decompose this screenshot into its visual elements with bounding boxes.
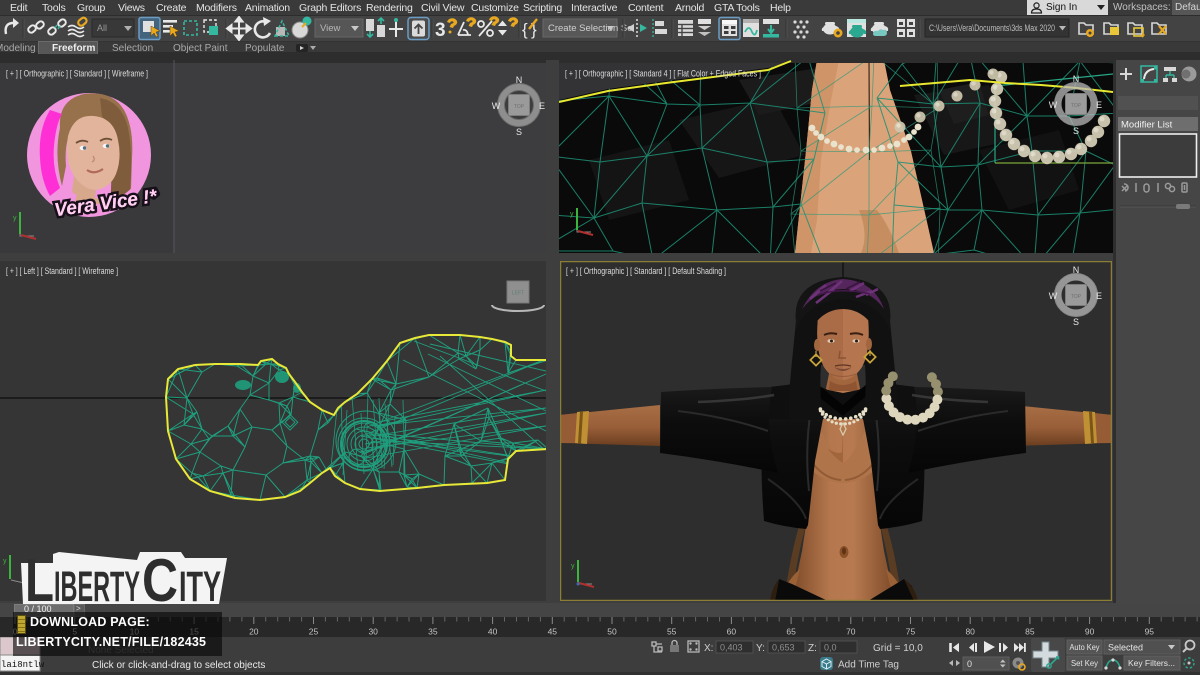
svg-text:Z:: Z:: [808, 643, 817, 654]
svg-text:y: y: [13, 215, 17, 222]
svg-text:3: 3: [435, 20, 446, 41]
svg-text:85: 85: [1025, 627, 1035, 637]
svg-text:N: N: [1073, 265, 1080, 275]
svg-text:90: 90: [1085, 627, 1095, 637]
svg-text:TOP: TOP: [514, 104, 525, 110]
svg-text:lai8ntlw: lai8ntlw: [1, 660, 45, 670]
svg-text:95: 95: [1145, 627, 1155, 637]
svg-text:E: E: [1096, 291, 1102, 301]
svg-text:60: 60: [727, 627, 737, 637]
svg-text:y: y: [571, 563, 575, 570]
svg-text:Create Selection Se: Create Selection Se: [548, 23, 633, 34]
svg-text:N: N: [516, 75, 523, 85]
svg-text:W: W: [492, 101, 501, 111]
svg-text:[ + ] [ Left ] [ Standard ] [: [ + ] [ Left ] [ Standard ] [ Wireframe …: [6, 266, 118, 276]
svg-text:TOP: TOP: [1071, 103, 1082, 109]
svg-text:Grid = 10,0: Grid = 10,0: [873, 643, 923, 654]
svg-text:0: 0: [967, 659, 972, 669]
svg-text:0,653: 0,653: [772, 643, 795, 653]
svg-text:TOP: TOP: [1071, 294, 1082, 300]
svg-text:Set Key: Set Key: [1071, 658, 1099, 668]
svg-text:S: S: [1073, 126, 1079, 136]
svg-text:E: E: [1096, 100, 1102, 110]
svg-text:y: y: [570, 211, 574, 218]
svg-text:Key Filters...: Key Filters...: [1128, 658, 1175, 668]
svg-text:S: S: [1073, 317, 1079, 327]
svg-text:45: 45: [548, 627, 558, 637]
svg-text:30: 30: [368, 627, 378, 637]
svg-text:E: E: [539, 101, 545, 111]
svg-text:80: 80: [965, 627, 975, 637]
svg-text:+: +: [1140, 30, 1145, 40]
svg-text:[ + ] [ Orthographic ] [ Stand: [ + ] [ Orthographic ] [ Standard 4 ] [ …: [565, 69, 761, 79]
svg-text:S: S: [516, 127, 522, 137]
svg-text:Modifier List: Modifier List: [1121, 120, 1173, 131]
svg-text:65: 65: [786, 627, 796, 637]
svg-text:[ + ] [ Orthographic ] [ Stand: [ + ] [ Orthographic ] [ Standard ] [ Wi…: [6, 69, 148, 79]
svg-text:ITY: ITY: [179, 563, 221, 606]
svg-text:25: 25: [309, 627, 319, 637]
svg-text:LEFT: LEFT: [512, 291, 524, 297]
svg-text:{: {: [522, 20, 528, 39]
svg-text:Y:: Y:: [756, 643, 765, 654]
svg-text:X:: X:: [704, 643, 713, 654]
svg-text:55: 55: [667, 627, 677, 637]
svg-text:Click or click-and-drag to sel: Click or click-and-drag to select object…: [92, 660, 265, 671]
svg-text:0,0: 0,0: [824, 643, 837, 653]
svg-text:C:\Users\Vera\Documents\3ds Ma: C:\Users\Vera\Documents\3ds Max 2020: [929, 23, 1055, 33]
svg-text:W: W: [1049, 291, 1058, 301]
svg-text:20: 20: [249, 627, 259, 637]
svg-text:W: W: [1049, 100, 1058, 110]
svg-text:0,403: 0,403: [720, 643, 743, 653]
svg-text:L: L: [25, 548, 54, 606]
svg-text:All: All: [97, 23, 107, 33]
svg-text:Add Time Tag: Add Time Tag: [838, 660, 899, 671]
svg-text:50: 50: [607, 627, 617, 637]
svg-text:70: 70: [846, 627, 856, 637]
svg-text:N: N: [1073, 74, 1080, 84]
svg-text:IBERTY: IBERTY: [54, 563, 140, 606]
svg-text:Selected: Selected: [1108, 643, 1143, 653]
svg-text:[ + ] [ Orthographic ] [ Stand: [ + ] [ Orthographic ] [ Standard ] [ De…: [566, 266, 726, 276]
svg-text:35: 35: [428, 627, 438, 637]
svg-text:75: 75: [906, 627, 916, 637]
svg-text:C: C: [142, 548, 178, 606]
svg-text:View: View: [320, 23, 341, 34]
svg-text:Auto Key: Auto Key: [1070, 642, 1101, 652]
svg-text:40: 40: [488, 627, 498, 637]
svg-text:y: y: [3, 558, 7, 565]
